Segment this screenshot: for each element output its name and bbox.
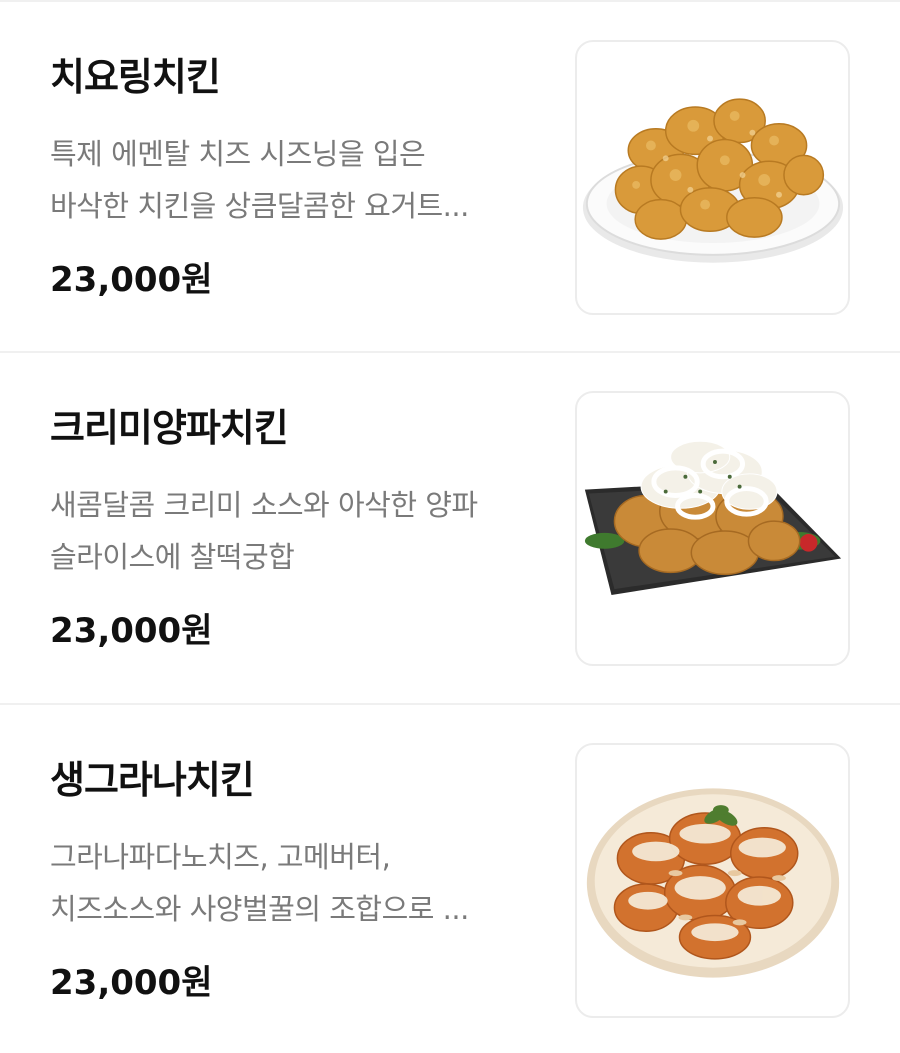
menu-item-price: 23,000원: [50, 260, 213, 300]
grana-chicken-illustration: [586, 788, 840, 978]
menu-item-description-line: 바삭한 치킨을 상큼달콤한 요거트...: [50, 189, 469, 223]
menu-item-description: 새콤달콤 크리미 소스와 아삭한 양파 슬라이스에 찰떡궁합: [50, 479, 550, 583]
menu-item-price: 23,000원: [50, 963, 213, 1003]
menu-item-info: 치요링치킨 특제 에멘탈 치즈 시즈닝을 입은 바삭한 치킨을 상큼달콤한 요거…: [50, 2, 550, 353]
onion-chicken-plate-image[interactable]: [575, 391, 850, 666]
menu-item-description: 그라나파다노치즈, 고메버터, 치즈소스와 사양벌꿀의 조합으로 ...: [50, 831, 550, 935]
menu-item-price: 23,000원: [50, 611, 213, 651]
menu-item[interactable]: 크리미양파치킨 새콤달콤 크리미 소스와 아삭한 양파 슬라이스에 찰떡궁합 2…: [0, 351, 900, 704]
menu-item[interactable]: 생그라나치킨 그라나파다노치즈, 고메버터, 치즈소스와 사양벌꿀의 조합으로 …: [0, 703, 900, 1053]
menu-item-description: 특제 에멘탈 치즈 시즈닝을 입은 바삭한 치킨을 상큼달콤한 요거트...: [50, 128, 550, 232]
menu-item-info: 생그라나치킨 그라나파다노치즈, 고메버터, 치즈소스와 사양벌꿀의 조합으로 …: [50, 705, 550, 1053]
onion-chicken-illustration: [584, 440, 842, 596]
menu-item-info: 크리미양파치킨 새콤달콤 크리미 소스와 아삭한 양파 슬라이스에 찰떡궁합 2…: [50, 353, 550, 704]
fried-chicken-illustration: [582, 98, 844, 263]
menu-list: 치요링치킨 특제 에멘탈 치즈 시즈닝을 입은 바삭한 치킨을 상큼달콤한 요거…: [0, 0, 900, 1053]
menu-item[interactable]: 치요링치킨 특제 에멘탈 치즈 시즈닝을 입은 바삭한 치킨을 상큼달콤한 요거…: [0, 0, 900, 353]
menu-item-description-line: 새콤달콤 크리미 소스와 아삭한 양파: [50, 488, 478, 522]
menu-item-description-line: 치즈소스와 사양벌꿀의 조합으로 ...: [50, 892, 469, 926]
fried-chicken-plate-image[interactable]: [575, 40, 850, 315]
menu-item-description-line: 특제 에멘탈 치즈 시즈닝을 입은: [50, 137, 426, 171]
menu-item-name: 크리미양파치킨: [50, 406, 289, 450]
grana-cheese-chicken-plate-image[interactable]: [575, 743, 850, 1018]
menu-item-name: 치요링치킨: [50, 55, 221, 99]
menu-item-description-line: 슬라이스에 찰떡궁합: [50, 540, 295, 574]
menu-item-name: 생그라나치킨: [50, 758, 255, 802]
menu-item-description-line: 그라나파다노치즈, 고메버터,: [50, 840, 391, 874]
